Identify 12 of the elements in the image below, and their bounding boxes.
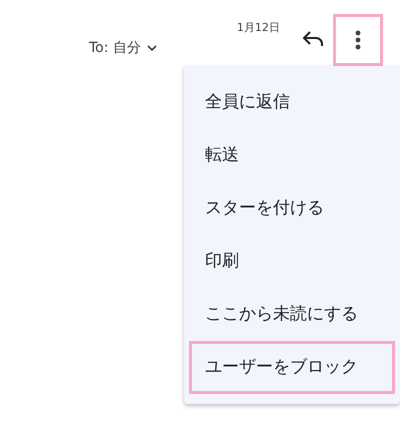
menu-item[interactable]: スターを付ける xyxy=(184,182,400,235)
more-vertical-icon xyxy=(354,30,361,50)
date-label: 1月12日 xyxy=(236,20,280,36)
reply-icon[interactable] xyxy=(302,30,324,48)
more-options-button[interactable] xyxy=(332,14,383,66)
menu-item[interactable]: 転送 xyxy=(184,129,400,182)
chevron-down-icon[interactable] xyxy=(146,45,157,52)
recipient-label: To: 自分 xyxy=(89,39,141,58)
menu-item[interactable]: 印刷 xyxy=(184,235,400,288)
menu-item[interactable]: ユーザーをブロック xyxy=(189,341,395,394)
menu-item[interactable]: 全員に返信 xyxy=(184,76,400,129)
menu-item[interactable]: ここから未読にする xyxy=(184,288,400,341)
